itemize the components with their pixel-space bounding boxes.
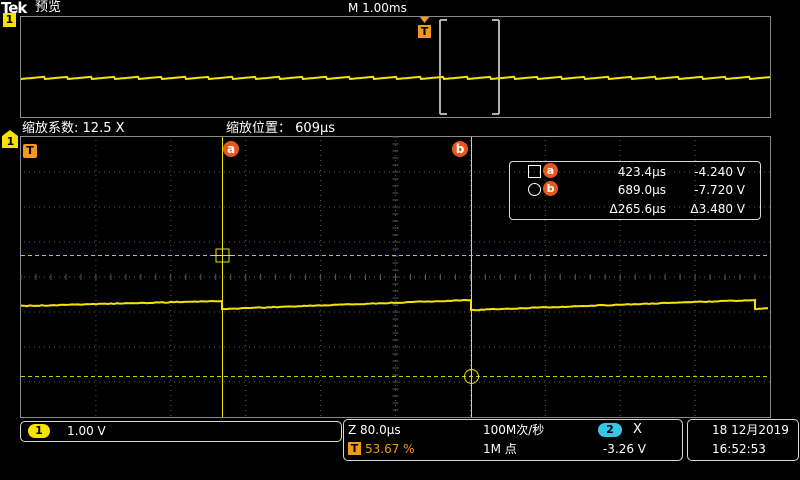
cursor-b-time: 689.0μs [570,183,666,197]
timing-status-box[interactable]: Z 80.0μs T 53.67 % 100M次/秒 1M 点 2 X -3.2… [343,419,683,461]
ch1-status-badge: 1 [28,424,50,438]
cursor-a-badge[interactable]: a [223,141,239,157]
cursor-b-badge[interactable]: b [452,141,468,157]
time-display: 16:52:53 [712,442,766,456]
cursor-a-voltage: -4.240 V [670,165,745,179]
cursor-delta-voltage: Δ3.480 V [670,202,745,216]
cursor-readout-panel: a 423.4μs -4.240 V b 689.0μs -7.720 V Δ2… [509,161,761,220]
main-trigger-marker: T [23,144,37,158]
overview-frame [21,17,771,118]
zoom-scale: Z 80.0μs [348,423,401,437]
ch1-marker-label: 1 [5,135,16,148]
cursor-b-readout-badge: b [543,181,558,196]
cursor-b-voltage: -7.720 V [670,183,745,197]
trigger-position-icon: T [348,442,361,455]
ch2-trigger-badge: 2 [598,423,622,437]
cursor-b-circle-icon [528,183,541,196]
sample-rate: 100M次/秒 [483,423,544,437]
trigger-level: -3.26 V [574,442,646,456]
scope-display [0,0,800,480]
date-display: 18 12月2019 [712,423,789,437]
trigger-slope-icon: X [633,422,642,437]
datetime-box: 18 12月2019 16:52:53 [687,419,799,461]
cursor-a-readout-badge: a [543,163,558,178]
record-length: 1M 点 [483,442,517,456]
ch1-status-box[interactable]: 1 1.00 V [20,421,342,442]
overview-trace [21,77,770,79]
cursor-a-time: 423.4μs [570,165,666,179]
cursor-a-square-icon [528,165,541,178]
overview-zoom-window [440,20,499,114]
ch1-scale: 1.00 V [67,424,106,438]
trigger-position: 53.67 % [365,442,415,456]
cursor-delta-time: Δ265.6μs [550,202,666,216]
